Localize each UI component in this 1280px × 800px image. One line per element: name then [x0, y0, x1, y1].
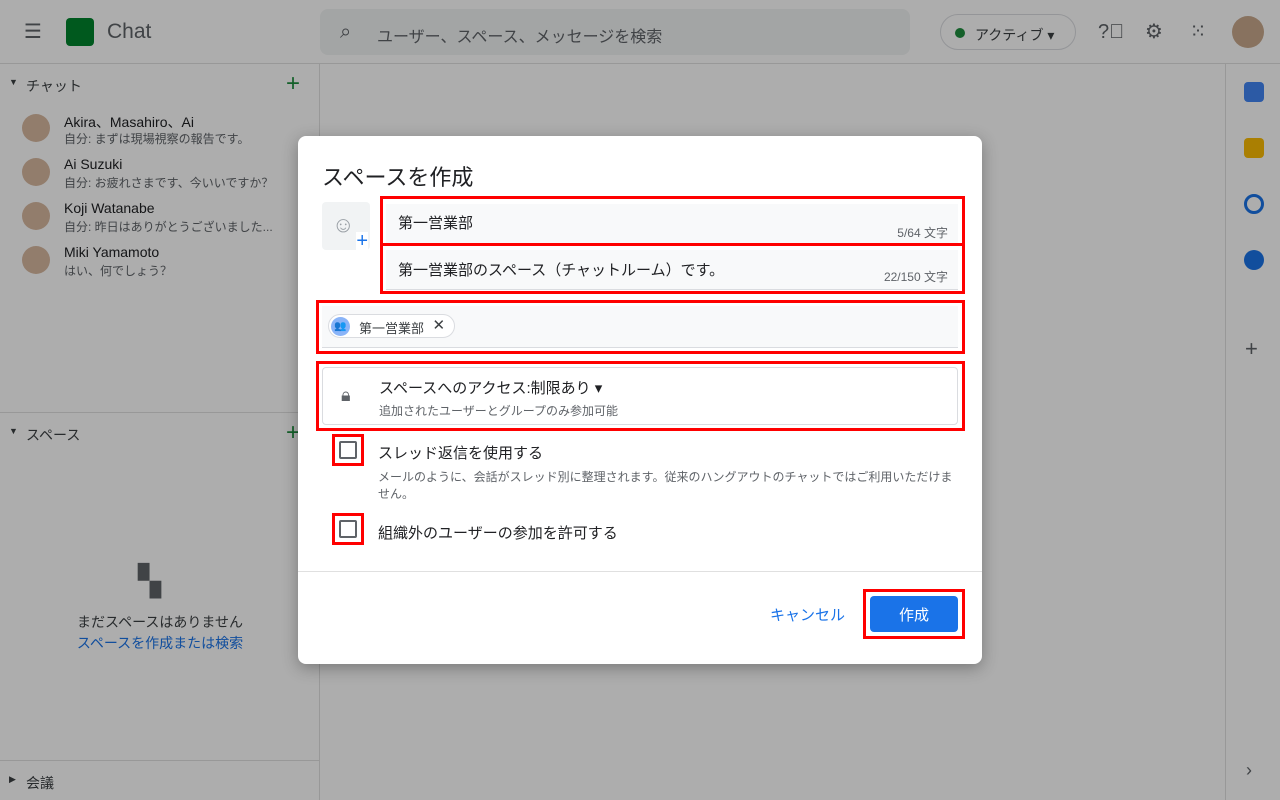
highlight-box [332, 513, 364, 545]
thread-replies-description: メールのように、会話がスレッド別に整理されます。従来のハングアウトのチャットでは… [378, 470, 953, 501]
highlight-box [863, 589, 965, 639]
space-emoji-picker[interactable]: ☺ + [322, 202, 370, 252]
highlight-box [316, 361, 965, 431]
cancel-button[interactable]: キャンセル [770, 604, 845, 625]
highlight-box [316, 300, 965, 354]
highlight-divider [380, 243, 965, 246]
highlight-box [332, 434, 364, 466]
plus-icon: + [356, 230, 368, 252]
dialog-divider [298, 571, 982, 572]
create-space-dialog: スペースを作成 ☺ + 第一営業部 5/64 文字 第一営業部のスペース（チャットル… [298, 136, 982, 664]
emoji-icon: ☺ [332, 212, 355, 237]
thread-replies-label: スレッド返信を使用する [378, 445, 544, 462]
allow-external-label: 組織外のユーザーの参加を許可する [378, 525, 618, 542]
dialog-title: スペースを作成 [322, 165, 474, 190]
